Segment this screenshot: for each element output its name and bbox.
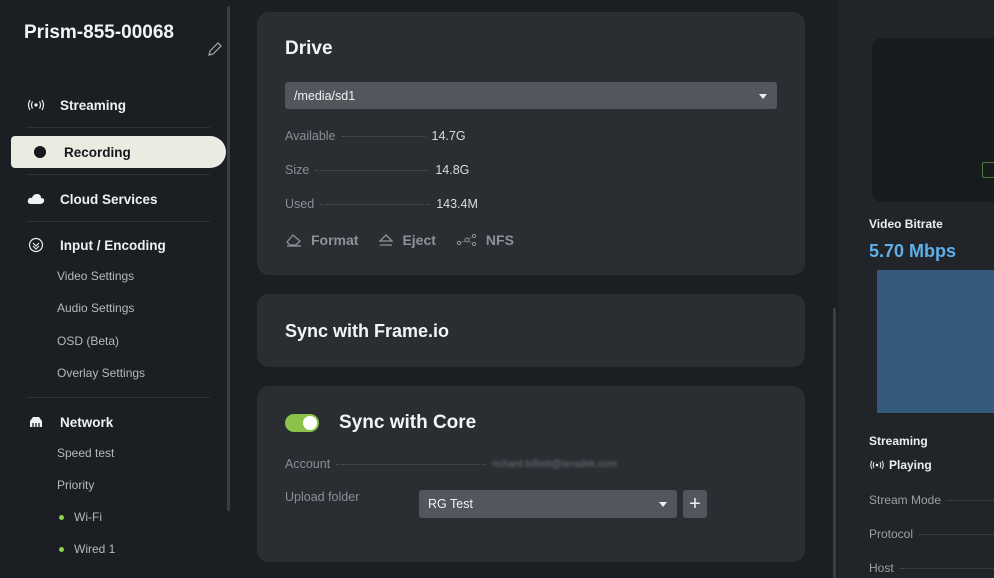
chevron-down-icon xyxy=(759,93,767,99)
nfs-label: NFS xyxy=(485,232,514,248)
divider xyxy=(26,397,210,398)
frameio-title: Sync with Frame.io xyxy=(285,321,450,341)
format-button[interactable]: Format xyxy=(285,232,358,248)
upload-folder-label: Upload folder xyxy=(285,490,360,504)
account-row: Account richard.bilbelt@teradek.com xyxy=(285,457,617,471)
broadcast-icon xyxy=(26,99,46,111)
nav-overlay-settings[interactable]: Overlay Settings xyxy=(57,366,145,380)
eraser-icon xyxy=(286,234,301,247)
eject-button[interactable]: Eject xyxy=(378,232,436,248)
video-preview xyxy=(872,38,994,202)
core-card: Sync with Core Account richard.bilbelt@t… xyxy=(257,386,805,562)
nav-priority[interactable]: Priority xyxy=(57,478,94,492)
video-bitrate-label: Video Bitrate xyxy=(869,217,943,231)
add-folder-button[interactable]: + xyxy=(683,490,707,518)
host-label: Host xyxy=(869,561,894,575)
frameio-card[interactable]: Sync with Frame.io xyxy=(257,294,805,367)
broadcast-icon xyxy=(870,460,884,470)
status-dot xyxy=(59,546,64,552)
nav-wifi-label: Wi-Fi xyxy=(74,510,102,524)
size-value: 14.8G xyxy=(435,163,470,177)
used-row: Used 143.4M xyxy=(285,197,478,211)
upload-folder-select[interactable]: RG Test xyxy=(419,490,677,518)
format-label: Format xyxy=(311,232,359,248)
nav-cloud-label: Cloud Services xyxy=(60,191,158,207)
nav-network-label: Network xyxy=(60,414,114,430)
nav-speed-test[interactable]: Speed test xyxy=(57,446,114,460)
encoding-icon xyxy=(26,237,46,253)
used-label: Used xyxy=(285,197,315,211)
core-sync-toggle[interactable] xyxy=(285,414,319,432)
account-label: Account xyxy=(285,457,331,471)
divider xyxy=(26,127,210,128)
streaming-status: Playing xyxy=(869,458,932,472)
eject-icon xyxy=(378,234,395,246)
nav-streaming-label: Streaming xyxy=(60,97,127,113)
available-label: Available xyxy=(285,129,336,143)
host-row: Host xyxy=(869,561,994,575)
device-name: Prism-855-00068 xyxy=(24,22,174,43)
size-row: Size 14.8G xyxy=(285,163,469,177)
divider xyxy=(26,221,210,222)
stream-mode-row: Stream Mode xyxy=(869,493,994,507)
record-dot-icon xyxy=(30,145,50,159)
available-value: 14.7G xyxy=(431,129,466,143)
nav-network[interactable]: Network xyxy=(26,412,113,432)
account-value: richard.bilbelt@teradek.com xyxy=(492,458,617,470)
nav-input-encoding[interactable]: Input / Encoding xyxy=(26,235,166,255)
ethernet-icon xyxy=(26,416,46,428)
nav-video-settings[interactable]: Video Settings xyxy=(57,269,134,283)
nav-osd[interactable]: OSD (Beta) xyxy=(57,334,119,348)
network-share-icon xyxy=(456,233,477,247)
nav-input-label: Input / Encoding xyxy=(60,237,166,253)
upload-folder-value: RG Test xyxy=(428,497,473,511)
protocol-row: Protocol xyxy=(869,527,994,541)
nav-recording[interactable]: Recording xyxy=(11,136,226,168)
nav-recording-label: Recording xyxy=(64,144,131,160)
divider xyxy=(26,174,210,175)
bitrate-graph xyxy=(877,270,994,413)
drive-title: Drive xyxy=(285,38,333,59)
nav-wifi[interactable]: Wi-Fi xyxy=(57,510,102,524)
drive-select[interactable]: /media/sd1 xyxy=(285,82,777,109)
main-scrollbar[interactable] xyxy=(833,308,836,578)
available-row: Available 14.7G xyxy=(285,129,466,143)
nfs-button[interactable]: NFS xyxy=(456,232,514,248)
drive-actions: Format Eject NFS xyxy=(285,232,534,248)
nav-cloud-services[interactable]: Cloud Services xyxy=(26,189,158,209)
edit-pencil-icon[interactable] xyxy=(206,40,224,58)
video-bitrate-value: 5.70 Mbps xyxy=(869,241,957,261)
chevron-down-icon xyxy=(659,502,667,507)
streaming-status-text: Playing xyxy=(889,458,932,472)
size-label: Size xyxy=(285,163,310,177)
drive-card: Drive /media/sd1 Available 14.7G Size 14… xyxy=(257,12,805,275)
drive-select-value: /media/sd1 xyxy=(294,88,356,103)
protocol-label: Protocol xyxy=(869,527,914,541)
sidebar: Prism-855-00068 Streaming Recording Clou… xyxy=(0,0,228,578)
status-dot xyxy=(59,514,64,520)
used-value: 143.4M xyxy=(436,197,478,211)
toggle-knob xyxy=(303,416,317,430)
sidebar-scrollbar[interactable] xyxy=(227,6,230,511)
nav-wired-1[interactable]: Wired 1 xyxy=(57,542,115,556)
core-title: Sync with Core xyxy=(339,412,477,433)
preview-indicator xyxy=(982,162,994,178)
stream-mode-label: Stream Mode xyxy=(869,493,942,507)
streaming-label: Streaming xyxy=(869,434,928,448)
nav-streaming[interactable]: Streaming xyxy=(26,95,126,115)
nav-audio-settings[interactable]: Audio Settings xyxy=(57,301,134,315)
nav-wired-label: Wired 1 xyxy=(74,542,116,556)
cloud-icon xyxy=(26,193,46,205)
eject-label: Eject xyxy=(402,232,436,248)
